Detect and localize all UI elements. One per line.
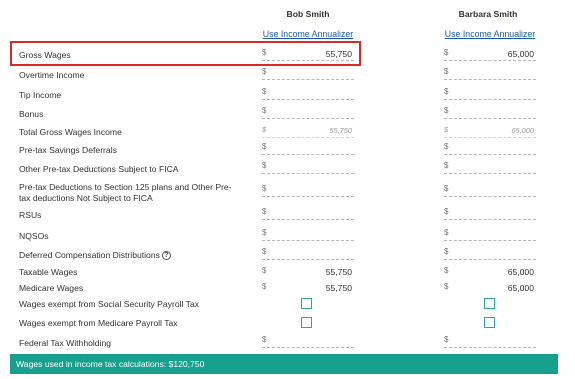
question-circle-icon[interactable]: ? [161,251,171,261]
bonus-input-bob[interactable]: $ [262,106,354,119]
currency-symbol: $ [444,184,449,193]
column-header-barbara-smith: Barbara Smith [458,9,518,19]
field-value: 55,750 [329,126,352,135]
currency-symbol: $ [262,67,267,76]
total-gross-wages-readonly-barbara: $65,000 [444,125,536,138]
row-label-section125-deductions: Pre-tax Deductions to Section 125 plans … [19,182,232,204]
wages-exempt-medicare-checkbox-bob[interactable] [301,317,312,328]
currency-symbol: $ [444,125,449,134]
currency-symbol: $ [262,207,267,216]
pretax-savings-input-barbara[interactable]: $ [444,142,536,155]
use-income-annualizer-link-barbara[interactable]: Use Income Annualizer [440,29,540,39]
overtime-income-input-barbara[interactable]: $ [444,67,536,80]
currency-symbol: $ [262,335,267,344]
currency-symbol: $ [262,266,267,275]
field-value: 65,000 [507,267,534,277]
row-label-section125-line2: tax deductions Not Subject to FICA [19,193,153,203]
rsus-input-barbara[interactable]: $ [444,207,536,220]
currency-symbol: $ [444,87,449,96]
currency-symbol: $ [262,161,267,170]
wages-exempt-medicare-checkbox-barbara[interactable] [484,317,495,328]
currency-symbol: $ [444,266,449,275]
row-label-pretax-savings-deferrals: Pre-tax Savings Deferrals [19,145,117,155]
currency-symbol: $ [444,282,449,291]
wages-summary-bar: Wages used in income tax calculations: $… [10,354,558,374]
field-value: 55,750 [325,49,352,59]
pretax-savings-input-bob[interactable]: $ [262,142,354,155]
field-value: 55,750 [325,267,352,277]
gross-wages-input-bob[interactable]: $55,750 [262,48,354,61]
currency-symbol: $ [262,87,267,96]
field-value: 65,000 [511,126,534,135]
gross-wages-input-barbara[interactable]: $65,000 [444,48,536,61]
currency-symbol: $ [444,106,449,115]
tip-income-input-barbara[interactable]: $ [444,87,536,100]
total-gross-wages-readonly-bob: $55,750 [262,125,354,138]
currency-symbol: $ [444,48,449,57]
wages-exempt-ss-checkbox-bob[interactable] [301,298,312,309]
row-label-wages-exempt-ss: Wages exempt from Social Security Payrol… [19,299,200,309]
column-header-bob-smith: Bob Smith [286,9,330,19]
federal-tax-withholding-input-barbara[interactable]: $ [444,335,536,348]
medicare-wages-display-barbara: $65,000 [444,282,536,295]
section125-input-bob[interactable]: $ [262,184,354,197]
currency-symbol: $ [262,142,267,151]
taxable-wages-display-bob: $55,750 [262,266,354,279]
use-income-annualizer-link-bob[interactable]: Use Income Annualizer [258,29,358,39]
section125-input-barbara[interactable]: $ [444,184,536,197]
row-label-gross-wages: Gross Wages [19,50,71,60]
row-label-tip-income: Tip Income [19,90,62,100]
row-label-medicare-wages: Medicare Wages [19,283,84,293]
nqsos-input-barbara[interactable]: $ [444,228,536,241]
wages-exempt-ss-checkbox-barbara[interactable] [484,298,495,309]
currency-symbol: $ [444,228,449,237]
currency-symbol: $ [444,142,449,151]
deferred-comp-input-barbara[interactable]: $ [444,247,536,260]
other-pretax-fica-input-barbara[interactable]: $ [444,161,536,174]
row-label-nqsos: NQSOs [19,231,49,241]
row-label-other-pretax-deductions-fica: Other Pre-tax Deductions Subject to FICA [19,164,179,174]
row-label-deferred-compensation-text: Deferred Compensation Distributions [19,250,160,260]
currency-symbol: $ [444,161,449,170]
row-label-wages-exempt-medicare: Wages exempt from Medicare Payroll Tax [19,318,178,328]
currency-symbol: $ [262,184,267,193]
currency-symbol: $ [262,106,267,115]
row-label-overtime-income: Overtime Income [19,70,85,80]
currency-symbol: $ [262,125,267,134]
row-label-rsus: RSUs [19,210,42,220]
currency-symbol: $ [262,282,267,291]
currency-symbol: $ [262,247,267,256]
row-label-federal-tax-withholding: Federal Tax Withholding [19,338,112,348]
currency-symbol: $ [444,67,449,76]
row-label-section125-line1: Pre-tax Deductions to Section 125 plans … [19,182,232,192]
row-label-taxable-wages: Taxable Wages [19,267,78,277]
tip-income-input-bob[interactable]: $ [262,87,354,100]
medicare-wages-display-bob: $55,750 [262,282,354,295]
field-value: 65,000 [507,49,534,59]
row-label-total-gross-wages-income: Total Gross Wages Income [19,127,122,137]
currency-symbol: $ [444,207,449,216]
currency-symbol: $ [444,247,449,256]
currency-symbol: $ [262,228,267,237]
deferred-comp-input-bob[interactable]: $ [262,247,354,260]
rsus-input-bob[interactable]: $ [262,207,354,220]
row-label-deferred-compensation: Deferred Compensation Distributions? [19,250,171,261]
taxable-wages-display-barbara: $65,000 [444,266,536,279]
other-pretax-fica-input-bob[interactable]: $ [262,161,354,174]
federal-tax-withholding-input-bob[interactable]: $ [262,335,354,348]
currency-symbol: $ [262,48,267,57]
currency-symbol: $ [444,335,449,344]
nqsos-input-bob[interactable]: $ [262,228,354,241]
field-value: 65,000 [507,283,534,293]
bonus-input-barbara[interactable]: $ [444,106,536,119]
field-value: 55,750 [325,283,352,293]
row-label-bonus: Bonus [19,109,44,119]
overtime-income-input-bob[interactable]: $ [262,67,354,80]
